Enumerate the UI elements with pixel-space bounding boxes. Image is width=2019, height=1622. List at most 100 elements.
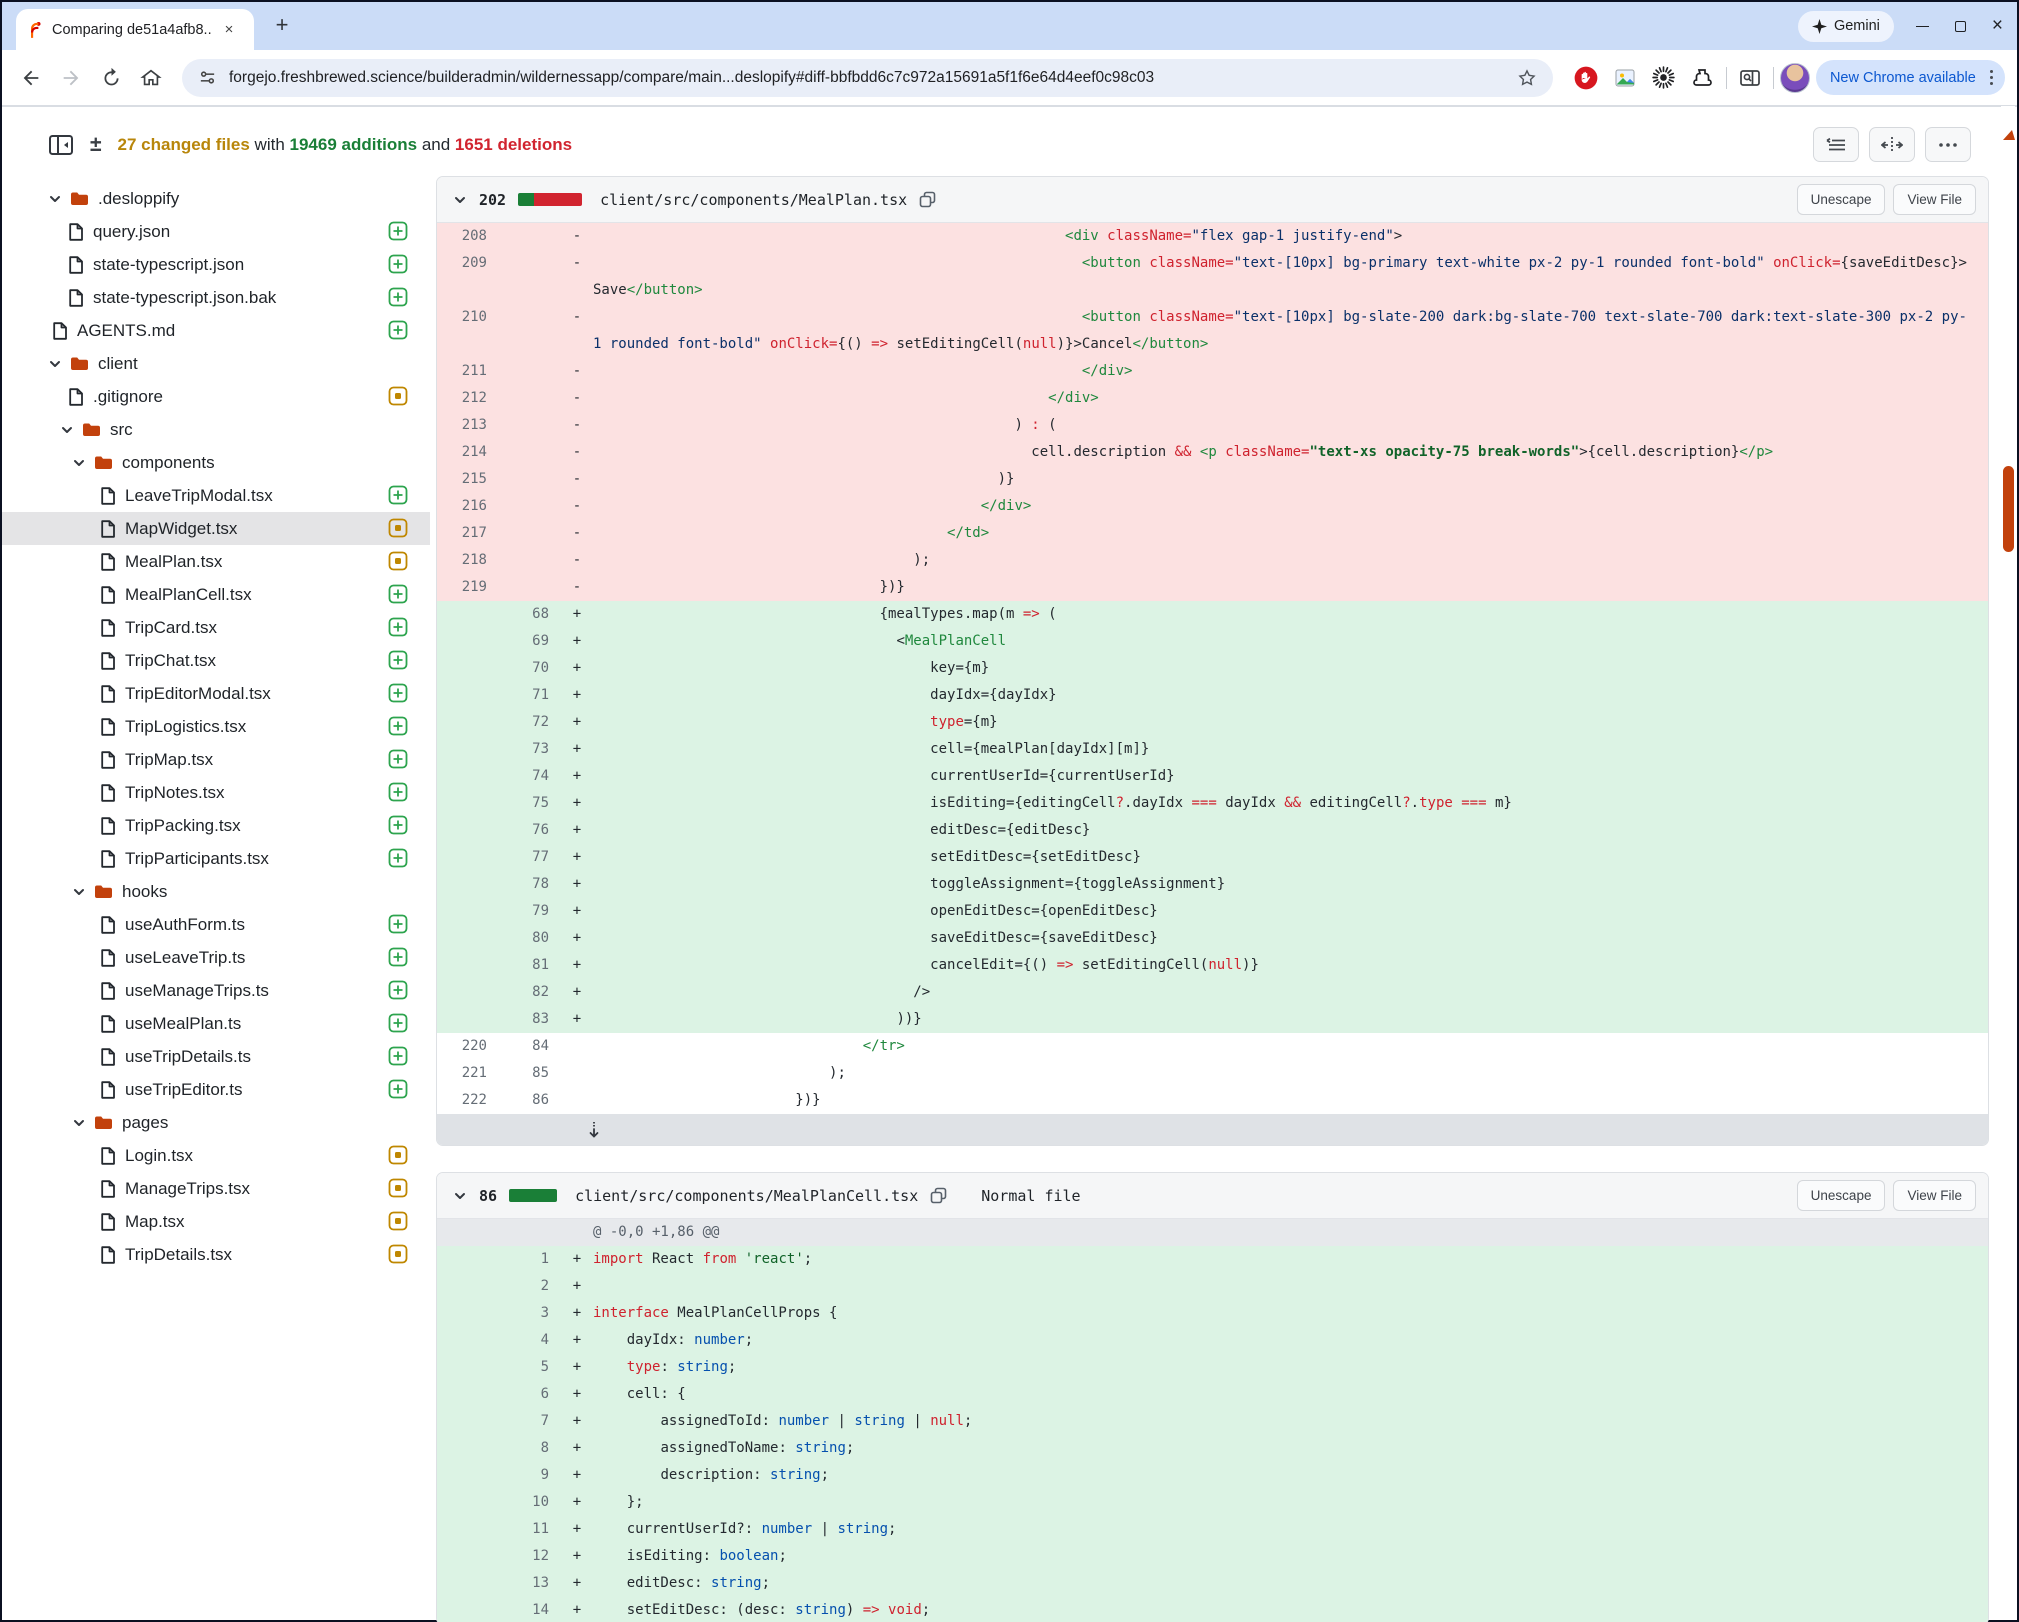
tree-item-mealplancell-tsx[interactable]: MealPlanCell.tsx	[2, 578, 430, 611]
tree-item-tripchat-tsx[interactable]: TripChat.tsx	[2, 644, 430, 677]
new-chrome-available-button[interactable]: New Chrome available	[1816, 60, 2005, 95]
extension-puzzle-icon[interactable]	[1690, 66, 1714, 90]
new-line-number[interactable]	[499, 385, 561, 412]
reload-button[interactable]	[94, 61, 128, 95]
tree-item-hooks[interactable]: hooks	[2, 875, 430, 908]
address-bar[interactable]: forgejo.freshbrewed.science/builderadmin…	[182, 59, 1553, 97]
diff-filename[interactable]: client/src/components/MealPlanCell.tsx	[575, 1187, 918, 1205]
tree-item-query-json[interactable]: query.json	[2, 215, 430, 248]
photos-extension-icon[interactable]	[1613, 66, 1637, 90]
new-line-number[interactable]: 84	[499, 1033, 561, 1060]
new-line-number[interactable]: 5	[499, 1354, 561, 1381]
new-line-number[interactable]	[499, 358, 561, 385]
new-line-number[interactable]	[499, 412, 561, 439]
old-line-number[interactable]	[437, 1273, 499, 1300]
old-line-number[interactable]	[437, 736, 499, 763]
old-line-number[interactable]: 214	[437, 439, 499, 466]
page-scrollbar[interactable]	[2001, 106, 2015, 1618]
new-line-number[interactable]	[499, 304, 561, 358]
new-line-number[interactable]: 70	[499, 655, 561, 682]
new-line-number[interactable]: 3	[499, 1300, 561, 1327]
old-line-number[interactable]	[437, 925, 499, 952]
hide-file-tree-icon[interactable]	[48, 133, 74, 157]
chevron-down-icon[interactable]	[48, 192, 62, 206]
old-line-number[interactable]: 209	[437, 250, 499, 304]
new-line-number[interactable]: 7	[499, 1408, 561, 1435]
new-tab-button[interactable]: +	[268, 12, 296, 40]
new-line-number[interactable]: 74	[499, 763, 561, 790]
new-line-number[interactable]: 80	[499, 925, 561, 952]
new-line-number[interactable]: 68	[499, 601, 561, 628]
chevron-down-icon[interactable]	[72, 885, 86, 899]
old-line-number[interactable]	[437, 1300, 499, 1327]
old-line-number[interactable]	[437, 601, 499, 628]
new-line-number[interactable]: 13	[499, 1570, 561, 1597]
new-line-number[interactable]: 69	[499, 628, 561, 655]
old-line-number[interactable]	[437, 709, 499, 736]
new-line-number[interactable]: 81	[499, 952, 561, 979]
new-line-number[interactable]: 4	[499, 1327, 561, 1354]
old-line-number[interactable]: 213	[437, 412, 499, 439]
old-line-number[interactable]	[437, 871, 499, 898]
tree-item-tripnotes-tsx[interactable]: TripNotes.tsx	[2, 776, 430, 809]
tree-item-tripeditormodal-tsx[interactable]: TripEditorModal.tsx	[2, 677, 430, 710]
new-line-number[interactable]: 12	[499, 1543, 561, 1570]
new-line-number[interactable]: 83	[499, 1006, 561, 1033]
old-line-number[interactable]: 208	[437, 223, 499, 250]
old-line-number[interactable]: 212	[437, 385, 499, 412]
new-line-number[interactable]: 86	[499, 1087, 561, 1114]
scrollbar-thumb[interactable]	[2003, 466, 2014, 552]
diffstat-icon[interactable]: ±	[90, 133, 102, 157]
old-line-number[interactable]	[437, 898, 499, 925]
home-button[interactable]	[134, 61, 168, 95]
view-file-button[interactable]: View File	[1893, 1180, 1976, 1211]
browser-tab[interactable]: Comparing de51a4afb8...bfd4a6 ×	[16, 9, 254, 50]
old-line-number[interactable]	[437, 655, 499, 682]
tree-item-map-tsx[interactable]: Map.tsx	[2, 1205, 430, 1238]
window-maximize-button[interactable]	[1955, 21, 1966, 32]
diff-filename[interactable]: client/src/components/MealPlan.tsx	[600, 191, 907, 209]
old-line-number[interactable]	[437, 817, 499, 844]
new-line-number[interactable]	[499, 520, 561, 547]
split-view-button[interactable]	[1869, 127, 1915, 162]
new-line-number[interactable]: 10	[499, 1489, 561, 1516]
tree-item-useauthform-ts[interactable]: useAuthForm.ts	[2, 908, 430, 941]
old-line-number[interactable]	[437, 1327, 499, 1354]
old-line-number[interactable]	[437, 1381, 499, 1408]
chevron-down-icon[interactable]	[72, 1116, 86, 1130]
tree-item--desloppify[interactable]: .desloppify	[2, 182, 430, 215]
copy-path-icon[interactable]	[930, 1187, 947, 1204]
tree-item-tripcard-tsx[interactable]: TripCard.tsx	[2, 611, 430, 644]
new-line-number[interactable]	[499, 439, 561, 466]
gemini-button[interactable]: Gemini	[1798, 11, 1894, 42]
site-controls-icon[interactable]	[198, 68, 217, 87]
old-line-number[interactable]: 217	[437, 520, 499, 547]
new-line-number[interactable]: 11	[499, 1516, 561, 1543]
back-button[interactable]	[14, 61, 48, 95]
old-line-number[interactable]: 221	[437, 1060, 499, 1087]
profile-avatar[interactable]	[1780, 63, 1810, 93]
old-line-number[interactable]: 218	[437, 547, 499, 574]
tree-item-tripdetails-tsx[interactable]: TripDetails.tsx	[2, 1238, 430, 1271]
new-line-number[interactable]: 14	[499, 1597, 561, 1622]
whitespace-options-button[interactable]	[1813, 127, 1859, 162]
tree-item-trippacking-tsx[interactable]: TripPacking.tsx	[2, 809, 430, 842]
collapse-file-chevron-icon[interactable]	[453, 193, 467, 207]
old-line-number[interactable]	[437, 1570, 499, 1597]
new-line-number[interactable]	[499, 223, 561, 250]
old-line-number[interactable]	[437, 790, 499, 817]
new-line-number[interactable]: 78	[499, 871, 561, 898]
tree-item-mapwidget-tsx[interactable]: MapWidget.tsx	[2, 512, 430, 545]
old-line-number[interactable]	[437, 1489, 499, 1516]
new-line-number[interactable]: 72	[499, 709, 561, 736]
new-line-number[interactable]: 6	[499, 1381, 561, 1408]
tree-item-useleavetrip-ts[interactable]: useLeaveTrip.ts	[2, 941, 430, 974]
new-line-number[interactable]	[499, 547, 561, 574]
view-file-button[interactable]: View File	[1893, 184, 1976, 215]
tree-item-state-typescript-json-bak[interactable]: state-typescript.json.bak	[2, 281, 430, 314]
unescape-button[interactable]: Unescape	[1797, 184, 1886, 215]
new-line-number[interactable]: 75	[499, 790, 561, 817]
old-line-number[interactable]: 216	[437, 493, 499, 520]
new-line-number[interactable]: 9	[499, 1462, 561, 1489]
new-line-number[interactable]: 1	[499, 1246, 561, 1273]
